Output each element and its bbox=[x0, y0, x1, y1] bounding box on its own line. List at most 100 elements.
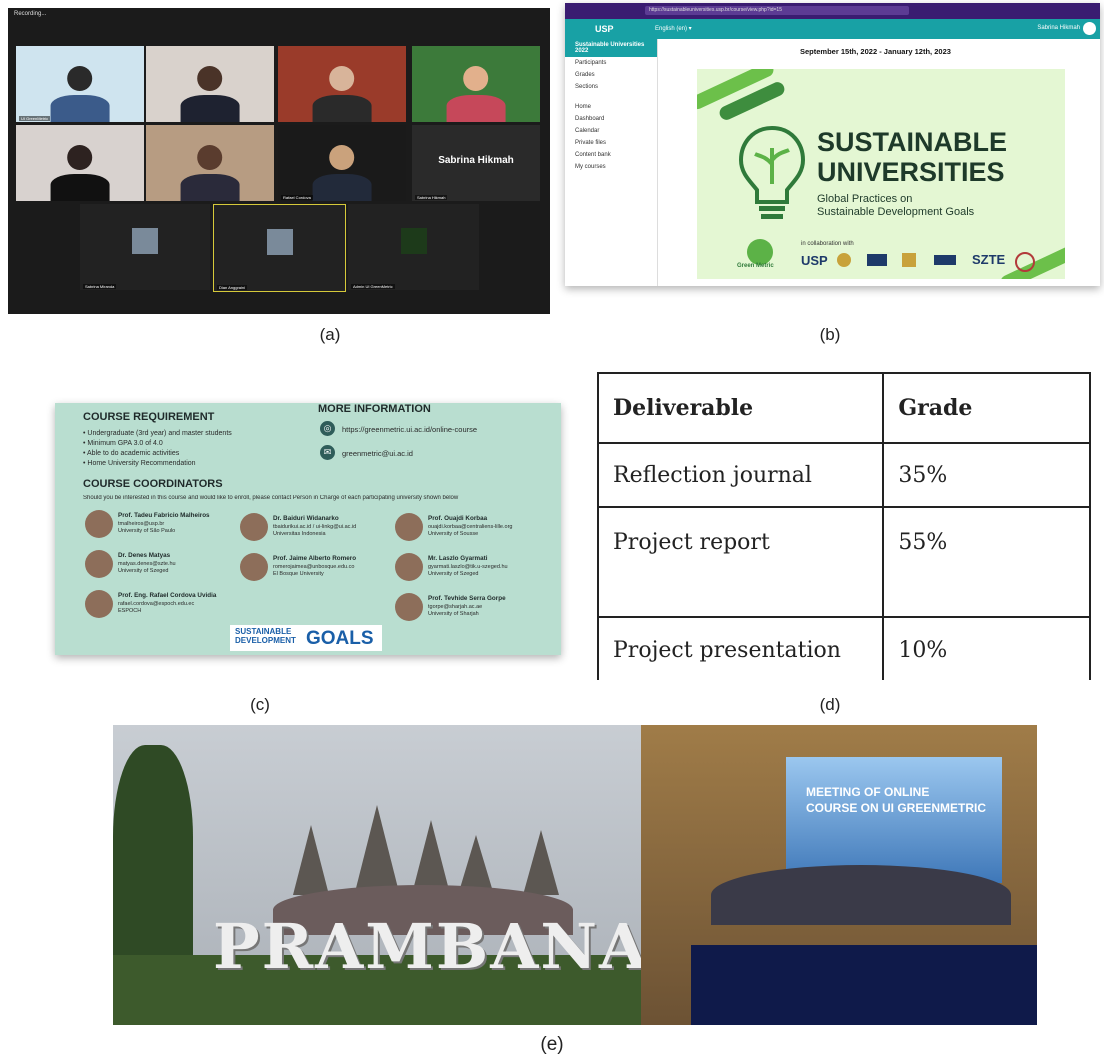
sidebar-item-home[interactable]: Home bbox=[565, 101, 657, 113]
course-flyer: COURSE REQUIREMENT • Undergraduate (3rd … bbox=[55, 403, 561, 655]
coordinator-photo bbox=[395, 553, 423, 581]
coordinator-name: Mr. Laszlo Gyarmati bbox=[428, 555, 488, 562]
lightbulb-icon bbox=[738, 125, 806, 219]
szte-logo: SZTE bbox=[972, 252, 1006, 267]
participant-video bbox=[312, 63, 372, 122]
participant-video bbox=[312, 142, 372, 201]
coordinators-note: Should you be interested in this course … bbox=[83, 495, 459, 501]
requirement-item: Able to do academic activities bbox=[87, 450, 180, 457]
sidebar-item-calendar[interactable]: Calendar bbox=[565, 125, 657, 137]
screen-title-line1: MEETING OF ONLINE bbox=[806, 785, 930, 799]
coordinator-email[interactable]: romerojaimea@unbosque.edu.co bbox=[273, 564, 354, 570]
coordinator-email[interactable]: tbaidurikui.ac.id / ui-linkg@ui.ac.id bbox=[273, 524, 356, 530]
video-tile[interactable]: Rafael Cordova bbox=[278, 125, 406, 201]
screen-title-line2: COURSE ON UI GREENMETRIC bbox=[806, 801, 987, 815]
video-tile[interactable]: Dian Anggraini bbox=[213, 204, 346, 292]
address-bar[interactable]: https://sustainableuniversities.usp.br/c… bbox=[645, 6, 909, 15]
sidebar-item-content-bank[interactable]: Content bank bbox=[565, 149, 657, 161]
caption-d: (d) bbox=[819, 695, 841, 714]
participant-name: Rafael Cordova bbox=[281, 195, 313, 200]
coordinator-email[interactable]: rafael.cordova@espoch.edu.ec bbox=[118, 601, 194, 607]
banner-subtitle-line1: Global Practices on bbox=[817, 193, 913, 205]
video-tile[interactable] bbox=[278, 46, 406, 122]
video-tile[interactable]: Sabrina Hikmah Sabrina Hikmah bbox=[412, 125, 540, 201]
prambanan-group-photo: PRAMBANAN bbox=[113, 725, 641, 1025]
caption-a: (a) bbox=[319, 325, 341, 344]
sidebar-item-dashboard[interactable]: Dashboard bbox=[565, 113, 657, 125]
sidebar-item-participants[interactable]: Participants bbox=[565, 57, 657, 69]
video-tile[interactable] bbox=[146, 46, 274, 122]
meeting-hall-photo: MEETING OF ONLINE COURSE ON UI GREENMETR… bbox=[641, 725, 1037, 1025]
partner-seal-icon bbox=[837, 253, 851, 267]
sidebar-item-course[interactable]: Sustainable Universities 2022 bbox=[565, 39, 657, 57]
course-url[interactable]: https://greenmetric.ui.ac.id/online-cour… bbox=[342, 425, 477, 434]
more-info-heading: MORE INFORMATION bbox=[318, 403, 431, 415]
participant-video bbox=[50, 63, 110, 122]
sidebar-item-private-files[interactable]: Private files bbox=[565, 137, 657, 149]
recording-indicator: Recording... bbox=[14, 11, 47, 17]
video-tile[interactable] bbox=[146, 125, 274, 201]
prambanan-sign: PRAMBANAN bbox=[213, 910, 641, 983]
zoom-meeting-screenshot: Recording... UI GreenMetric Rafael Cordov… bbox=[8, 8, 550, 314]
participant-name-large: Sabrina Hikmah bbox=[438, 155, 514, 166]
video-tile[interactable]: Sabrina Miranda bbox=[80, 204, 210, 290]
coordinator-photo bbox=[85, 510, 113, 538]
sdg-logo: SUSTAINABLE DEVELOPMENT GOALS bbox=[230, 625, 382, 651]
sidebar-item-sections[interactable]: Sections bbox=[565, 81, 657, 93]
table-cell: Reflection journal bbox=[597, 442, 885, 508]
coordinator-photo bbox=[240, 513, 268, 541]
partner-seal-icon bbox=[1015, 252, 1035, 272]
el-bosque-logo-icon bbox=[902, 253, 916, 267]
coordinator-org: El Bosque University bbox=[273, 571, 324, 577]
video-tile[interactable]: UI GreenMetric bbox=[16, 46, 144, 122]
usp-logo[interactable]: USP bbox=[595, 24, 614, 34]
participant-video bbox=[446, 63, 506, 122]
coordinator-org: ESPOCH bbox=[118, 608, 142, 614]
coordinator-name: Prof. Tevhide Serra Gorpe bbox=[428, 595, 506, 602]
projection-screen: MEETING OF ONLINE COURSE ON UI GREENMETR… bbox=[786, 757, 1002, 883]
coordinator-org: University of São Paulo bbox=[118, 528, 176, 534]
participant-video bbox=[50, 142, 110, 201]
partner-logo-icon bbox=[934, 255, 956, 265]
coordinator-email[interactable]: gyarmati.laszlo@tik.u-szeged.hu bbox=[428, 564, 508, 570]
user-name[interactable]: Sabrina Hikmah bbox=[1037, 25, 1080, 31]
coordinator-email[interactable]: matyas.denes@szte.hu bbox=[118, 561, 176, 567]
contact-email[interactable]: greenmetric@ui.ac.id bbox=[342, 449, 413, 458]
stage-table bbox=[691, 945, 1037, 1025]
video-tile[interactable] bbox=[412, 46, 540, 122]
coordinator-org: University of Sousse bbox=[428, 531, 479, 537]
banner-subtitle-line2: Sustainable Development Goals bbox=[817, 206, 975, 218]
caption-c: (c) bbox=[250, 695, 270, 714]
coordinator-org: University of Szeged bbox=[118, 568, 169, 574]
greenmetric-logo bbox=[747, 239, 773, 265]
coordinator-photo bbox=[395, 593, 423, 621]
coordinator-name: Prof. Ouajdi Korbaa bbox=[428, 515, 488, 522]
sidebar-item-grades[interactable]: Grades bbox=[565, 69, 657, 81]
table-cell: 10% bbox=[882, 616, 1091, 680]
participant-name: Admin UI GreenMetric bbox=[351, 284, 395, 289]
coordinator-name: Dr. Denes Matyas bbox=[118, 552, 171, 559]
avatar[interactable] bbox=[1083, 22, 1096, 35]
sidebar-item-my-courses[interactable]: My courses bbox=[565, 161, 657, 173]
coordinator-name: Prof. Jaime Alberto Romero bbox=[273, 555, 357, 562]
globe-icon: ◎ bbox=[320, 421, 335, 436]
coordinator-email[interactable]: ouajdi.korbaa@centraliens-lille.org bbox=[428, 524, 512, 530]
video-tile[interactable]: Admin UI GreenMetric bbox=[348, 204, 479, 290]
banner-title-line1: SUSTAINABLE bbox=[817, 127, 1008, 157]
coordinator-email[interactable]: tmalheiros@usp.br bbox=[118, 521, 164, 527]
table-cell: 35% bbox=[882, 442, 1091, 508]
coordinator-name: Prof. Tadeu Fabricio Malheiros bbox=[118, 512, 210, 519]
participant-video bbox=[180, 63, 240, 122]
course-banner: SUSTAINABLE UNIVERSITIES Global Practice… bbox=[697, 69, 1065, 279]
table-cell: Project presentation bbox=[597, 616, 885, 680]
video-tile[interactable] bbox=[16, 125, 144, 201]
banner-title-line2: UNIVERSITIES bbox=[817, 157, 1005, 187]
requirement-item: Minimum GPA 3.0 of 4.0 bbox=[87, 440, 163, 447]
language-menu[interactable]: English (en) ▾ bbox=[655, 25, 692, 32]
mail-icon: ✉ bbox=[320, 445, 335, 460]
table-cell: Project report bbox=[597, 506, 885, 618]
coordinator-name: Dr. Baiduri Widanarko bbox=[273, 515, 339, 522]
table-header-deliverable: Deliverable bbox=[597, 372, 885, 444]
course-dates: September 15th, 2022 - January 12th, 202… bbox=[800, 47, 951, 56]
coordinator-email[interactable]: tgorpe@sharjah.ac.ae bbox=[428, 604, 482, 610]
